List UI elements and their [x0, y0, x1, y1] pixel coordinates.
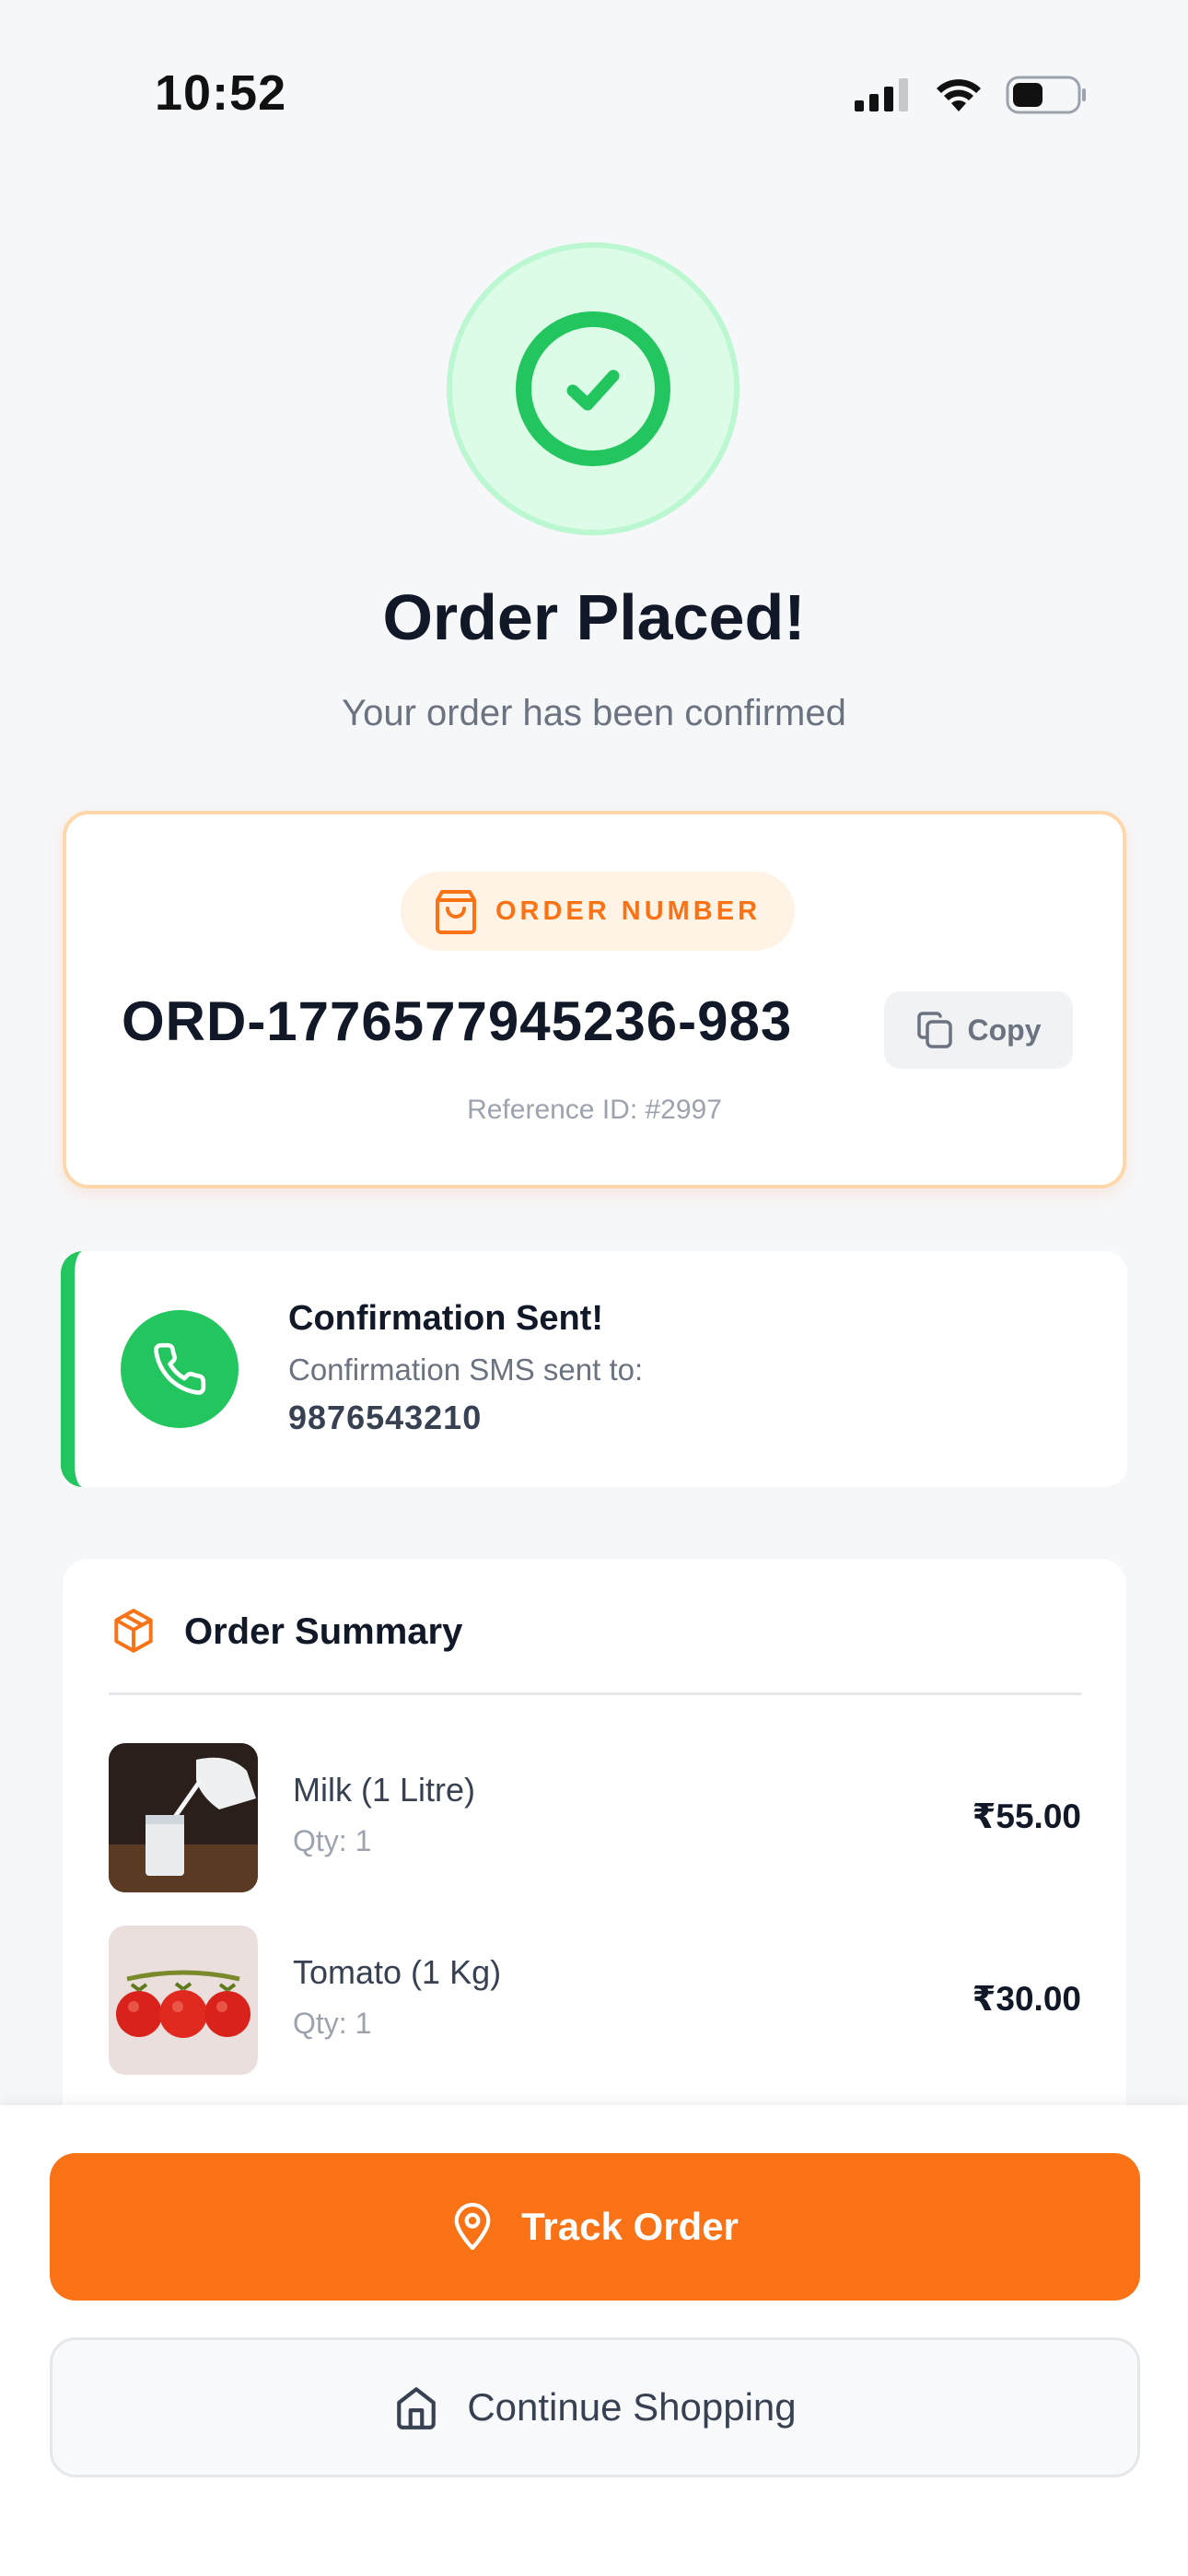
order-number-value: ORD-1776577945236-983	[122, 990, 793, 1052]
order-number-badge: ORDER NUMBER	[401, 872, 795, 951]
continue-shopping-button[interactable]: Continue Shopping	[50, 2337, 1140, 2477]
status-icons	[855, 72, 1087, 118]
copy-icon	[916, 1012, 952, 1048]
cellular-signal-icon	[855, 78, 908, 111]
copy-button[interactable]: Copy	[884, 991, 1073, 1069]
tomato-image	[109, 1926, 258, 2075]
item-qty: Qty: 1	[293, 1824, 372, 1857]
item-qty: Qty: 1	[293, 2007, 372, 2040]
list-item: Tomato (1 Kg) Qty: 1 ₹30.00	[109, 1926, 1081, 2075]
home-icon	[397, 2387, 437, 2430]
order-summary-title: Order Summary	[184, 1610, 463, 1652]
status-time: 10:52	[155, 65, 287, 121]
check-circle-icon	[516, 311, 670, 466]
wifi-icon	[937, 79, 981, 111]
package-icon	[114, 1609, 153, 1653]
reference-id: Reference ID: #2997	[467, 1095, 722, 1125]
continue-shopping-label: Continue Shopping	[467, 2385, 797, 2429]
phone-icon	[121, 1310, 239, 1428]
order-summary-card: Order Summary Milk (1 Litre) Qty: 1 ₹55.…	[63, 1559, 1126, 2149]
confirmation-phone: 9876543210	[288, 1399, 483, 1436]
confirmation-description: Confirmation SMS sent to:	[288, 1352, 644, 1387]
map-pin-icon	[454, 2202, 491, 2251]
item-name: Milk (1 Litre)	[293, 1771, 476, 1809]
copy-button-label: Copy	[967, 1013, 1042, 1047]
milk-image	[109, 1743, 258, 1892]
order-number-card: ORDER NUMBER ORD-1776577945236-983 Copy …	[63, 811, 1126, 1188]
track-order-label: Track Order	[521, 2205, 739, 2248]
success-badge	[447, 242, 740, 535]
divider	[109, 1692, 1081, 1695]
page-subtitle: Your order has been confirmed	[342, 693, 846, 733]
page-title: Order Placed!	[382, 581, 806, 653]
confirmation-title: Confirmation Sent!	[288, 1299, 603, 1338]
item-price: ₹55.00	[972, 1797, 1081, 1835]
battery-icon	[1006, 76, 1086, 114]
list-item: Milk (1 Litre) Qty: 1 ₹55.00	[109, 1743, 1081, 1892]
check-icon	[566, 369, 620, 411]
shopping-bag-icon	[435, 890, 476, 934]
item-price: ₹30.00	[972, 1980, 1081, 2018]
bottom-action-bar: Track Order Continue Shopping	[0, 2105, 1188, 2576]
track-order-button[interactable]: Track Order	[50, 2153, 1140, 2301]
order-number-label: ORDER NUMBER	[495, 896, 762, 926]
order-summary-header: Order Summary	[111, 1607, 462, 1657]
confirmation-card: Confirmation Sent! Confirmation SMS sent…	[61, 1251, 1127, 1487]
status-bar: 10:52	[0, 0, 1188, 184]
item-name: Tomato (1 Kg)	[293, 1953, 502, 1991]
